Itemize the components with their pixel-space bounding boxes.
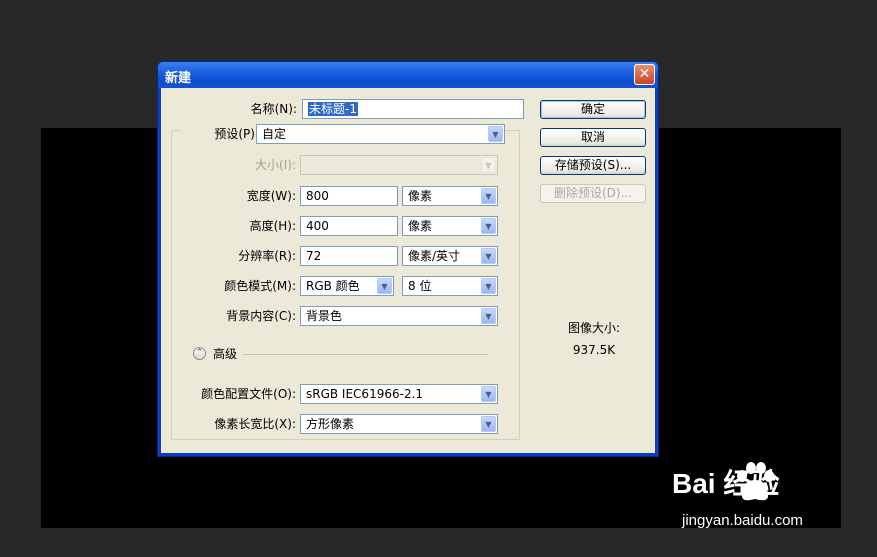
image-size-label: 图像大小: — [567, 321, 621, 335]
save-preset-button[interactable]: 存储预设(S)... — [540, 156, 646, 175]
width-unit-value: 像素 — [408, 189, 433, 203]
chevron-down-icon: ▼ — [481, 308, 496, 324]
bit-depth-value: 8 位 — [408, 279, 432, 293]
height-label: 高度(H): — [249, 219, 296, 233]
advanced-separator — [243, 354, 488, 355]
baidu-url-text: jingyan.baidu.com — [682, 512, 803, 529]
chevron-down-icon: ▼ — [481, 188, 496, 204]
chevron-down-icon: ▼ — [481, 218, 496, 234]
pixel-aspect-select[interactable]: 方形像素 ▼ — [300, 414, 498, 434]
color-profile-value: sRGB IEC61966-2.1 — [306, 387, 424, 401]
color-mode-label: 颜色模式(M): — [224, 279, 296, 293]
color-mode-select[interactable]: RGB 颜色 ▼ — [300, 276, 394, 296]
bit-depth-select[interactable]: 8 位 ▼ — [402, 276, 498, 296]
resolution-unit-value: 像素/英寸 — [408, 249, 461, 263]
preset-value: 自定 — [262, 127, 287, 141]
background-label: 背景内容(C): — [226, 309, 296, 323]
preset-label: 预设(P): — [181, 124, 259, 144]
color-mode-value: RGB 颜色 — [306, 279, 360, 293]
chevron-down-icon: ▼ — [481, 386, 496, 402]
size-label: 大小(I): — [255, 158, 296, 172]
close-button[interactable]: ✕ — [634, 64, 655, 85]
chevron-down-icon: ▼ — [481, 248, 496, 264]
height-input[interactable]: 400 — [300, 216, 398, 236]
chevron-down-icon: ▼ — [481, 278, 496, 294]
chevron-down-icon: ▼ — [481, 157, 496, 173]
dialog-title: 新建 — [165, 71, 192, 86]
color-profile-label: 颜色配置文件(O): — [201, 387, 296, 401]
pixel-aspect-value: 方形像素 — [306, 417, 355, 431]
cancel-button[interactable]: 取消 — [540, 128, 646, 147]
chevron-down-icon: ▼ — [488, 126, 503, 142]
height-value: 400 — [306, 219, 329, 233]
close-icon: ✕ — [638, 66, 651, 82]
name-label: 名称(N): — [250, 102, 297, 116]
name-input[interactable]: 未标题-1 — [302, 99, 524, 119]
pixel-aspect-label: 像素长宽比(X): — [214, 417, 296, 431]
dialog-titlebar[interactable]: 新建 ✕ — [158, 62, 658, 88]
advanced-label: 高级 — [213, 347, 238, 361]
delete-preset-button[interactable]: 删除预设(D)... — [540, 184, 646, 203]
dialog-client-area: 名称(N): 未标题-1 预设(P): 自定 ▼ 大小(I): ▼ 宽度(W):… — [161, 88, 655, 453]
width-value: 800 — [306, 189, 329, 203]
new-document-dialog: 新建 ✕ 名称(N): 未标题-1 预设(P): 自定 ▼ 大小(I): ▼ 宽… — [157, 61, 659, 457]
width-label: 宽度(W): — [246, 189, 296, 203]
resolution-unit-select[interactable]: 像素/英寸 ▼ — [402, 246, 498, 266]
color-profile-select[interactable]: sRGB IEC61966-2.1 ▼ — [300, 384, 498, 404]
preset-select[interactable]: 自定 ▼ — [256, 124, 505, 144]
chevron-down-icon: ▼ — [377, 278, 392, 294]
chevron-down-icon: ▼ — [481, 416, 496, 432]
height-unit-value: 像素 — [408, 219, 433, 233]
resolution-label: 分辨率(R): — [238, 249, 296, 263]
width-unit-select[interactable]: 像素 ▼ — [402, 186, 498, 206]
background-select[interactable]: 背景色 ▼ — [300, 306, 498, 326]
height-unit-select[interactable]: 像素 ▼ — [402, 216, 498, 236]
resolution-input[interactable]: 72 — [300, 246, 398, 266]
background-value: 背景色 — [306, 309, 343, 323]
ok-button[interactable]: 确定 — [540, 100, 646, 119]
resolution-value: 72 — [306, 249, 322, 263]
advanced-toggle-icon[interactable]: ⌃ — [193, 347, 206, 360]
width-input[interactable]: 800 — [300, 186, 398, 206]
image-size-value: 937.5K — [572, 343, 616, 357]
name-value: 未标题-1 — [308, 102, 358, 116]
size-select[interactable]: ▼ — [300, 155, 498, 175]
paw-icon — [737, 462, 774, 501]
